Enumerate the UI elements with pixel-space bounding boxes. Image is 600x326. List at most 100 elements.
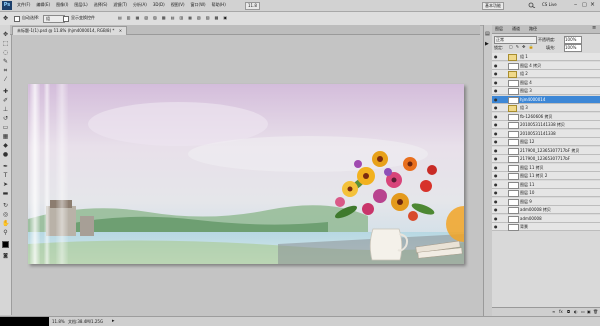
delete-layer-icon[interactable]: 🗑: [593, 309, 598, 314]
lock-position-icon[interactable]: ✥: [522, 44, 525, 49]
show-transform-checkbox[interactable]: [63, 16, 69, 22]
align-left-icon[interactable]: ▧: [144, 15, 148, 22]
visibility-eye-icon[interactable]: ●: [494, 71, 498, 76]
distribute-top-icon[interactable]: ▤: [171, 15, 175, 22]
layer-row[interactable]: ● 图层 12: [492, 138, 600, 146]
visibility-eye-icon[interactable]: ●: [494, 165, 498, 170]
menu-file[interactable]: 文件(F): [14, 2, 33, 8]
zoom-tool-icon[interactable]: ⚲: [2, 229, 9, 236]
visibility-eye-icon[interactable]: ●: [494, 207, 498, 212]
visibility-eye-icon[interactable]: ●: [494, 122, 498, 127]
menu-filter[interactable]: 滤镜(T): [110, 2, 130, 8]
layer-group-row[interactable]: ● 组 2: [492, 70, 600, 78]
shape-tool-icon[interactable]: ▬: [2, 190, 9, 197]
document-tab[interactable]: 未标题-1(1).psd @ 11.8% (hjm4000014, RGB/8)…: [12, 26, 128, 35]
gradient-tool-icon[interactable]: ▦: [2, 133, 9, 140]
eraser-tool-icon[interactable]: ▭: [2, 124, 9, 131]
layer-row[interactable]: ● adm00008: [492, 214, 600, 223]
path-select-tool-icon[interactable]: ➤: [2, 181, 9, 188]
clone-stamp-tool-icon[interactable]: ⊥: [2, 106, 9, 113]
visibility-eye-icon[interactable]: ●: [494, 80, 498, 85]
visibility-eye-icon[interactable]: ●: [494, 199, 498, 204]
menu-help[interactable]: 帮助(H): [209, 2, 229, 8]
3d-rotate-tool-icon[interactable]: ↻: [2, 202, 9, 209]
close-tab-icon[interactable]: ×: [119, 28, 122, 33]
layer-row[interactable]: ● fb-1260606 拷贝: [492, 112, 600, 121]
lock-pixels-icon[interactable]: ✎: [516, 44, 519, 49]
menu-window[interactable]: 窗口(W): [188, 2, 209, 8]
layer-row[interactable]: ● 217900_12365307717bF 拷贝: [492, 146, 600, 155]
blend-mode-select[interactable]: 正常: [494, 36, 537, 44]
adjustment-layer-icon[interactable]: ◐: [574, 309, 578, 314]
layer-row[interactable]: ● 图层 11: [492, 180, 600, 189]
blur-tool-icon[interactable]: ◆: [2, 142, 9, 149]
new-group-icon[interactable]: ▭: [581, 309, 585, 314]
lock-transparent-icon[interactable]: ▢: [509, 44, 513, 49]
history-panel-icon[interactable]: ▤: [485, 31, 490, 37]
visibility-eye-icon[interactable]: ●: [494, 105, 498, 110]
align-bottom-icon[interactable]: ▦: [136, 15, 140, 22]
distribute-left-icon[interactable]: ▧: [197, 15, 201, 22]
eyedropper-tool-icon[interactable]: ⁄: [2, 76, 9, 83]
move-tool-icon[interactable]: ✥: [2, 31, 9, 38]
layer-row[interactable]: ● 图层 9: [492, 197, 600, 206]
document-canvas[interactable]: [28, 84, 464, 264]
layer-row[interactable]: ● 图层 4: [492, 78, 600, 87]
pen-tool-icon[interactable]: ✒: [2, 163, 9, 170]
visibility-eye-icon[interactable]: ●: [494, 148, 498, 153]
status-arrow-icon[interactable]: ▸: [112, 318, 115, 324]
crop-tool-icon[interactable]: ⌗: [2, 67, 9, 74]
type-tool-icon[interactable]: T: [2, 172, 9, 179]
visibility-eye-icon[interactable]: ●: [494, 88, 498, 93]
marquee-tool-icon[interactable]: ⬚: [2, 40, 9, 47]
align-vcenter-icon[interactable]: ▥: [127, 15, 131, 22]
quick-mask-icon[interactable]: ◙: [2, 253, 9, 260]
auto-select-checkbox[interactable]: [14, 16, 20, 22]
minimize-icon[interactable]: ‒: [574, 2, 577, 8]
visibility-eye-icon[interactable]: ●: [494, 97, 498, 102]
search-icon[interactable]: [528, 2, 536, 9]
distribute-vcenter-icon[interactable]: ▥: [179, 15, 183, 22]
fill-input[interactable]: 100%: [564, 44, 582, 52]
channels-tab[interactable]: 通道: [512, 26, 520, 32]
history-brush-tool-icon[interactable]: ↺: [2, 115, 9, 122]
layer-row[interactable]: ● 背景: [492, 223, 600, 231]
visibility-eye-icon[interactable]: ●: [494, 190, 498, 195]
layer-row[interactable]: ● 图层 4 拷贝: [492, 61, 600, 70]
layer-row[interactable]: ● 图层 11 拷贝: [492, 163, 600, 172]
cs-live-button[interactable]: CS Live: [540, 2, 559, 8]
move-tool-icon[interactable]: ✥: [3, 15, 8, 22]
layer-row[interactable]: ● 图层 10: [492, 189, 600, 197]
layers-tab[interactable]: 图层: [495, 26, 503, 32]
visibility-eye-icon[interactable]: ●: [494, 54, 498, 59]
lasso-tool-icon[interactable]: ◌: [2, 49, 9, 56]
align-right-icon[interactable]: ▩: [162, 15, 166, 22]
visibility-eye-icon[interactable]: ●: [494, 114, 498, 119]
opacity-input[interactable]: 100%: [564, 36, 582, 44]
layer-row[interactable]: ● hjm4000014: [492, 95, 600, 104]
distribute-bottom-icon[interactable]: ▦: [188, 15, 192, 22]
workspace-select[interactable]: 基本功能: [482, 2, 504, 10]
layer-style-icon[interactable]: fx: [559, 309, 563, 314]
menu-view[interactable]: 视图(V): [168, 2, 188, 8]
visibility-eye-icon[interactable]: ●: [494, 156, 498, 161]
distribute-right-icon[interactable]: ▩: [215, 15, 219, 22]
auto-align-icon[interactable]: ▣: [223, 15, 227, 22]
align-top-icon[interactable]: ▤: [118, 15, 122, 22]
visibility-eye-icon[interactable]: ●: [494, 131, 498, 136]
layer-group-row[interactable]: ● 组 1: [492, 53, 600, 61]
healing-brush-tool-icon[interactable]: ✚: [2, 88, 9, 95]
visibility-eye-icon[interactable]: ●: [494, 224, 498, 229]
zoom-select[interactable]: 11.8: [245, 2, 260, 10]
distribute-hcenter-icon[interactable]: ▨: [206, 15, 210, 22]
dodge-tool-icon[interactable]: ●: [2, 151, 9, 158]
auto-select-dropdown[interactable]: 组: [43, 15, 65, 23]
hand-tool-icon[interactable]: ✋: [2, 220, 9, 227]
menu-layer[interactable]: 图层(L): [71, 2, 90, 8]
layer-group-row[interactable]: ● 组 3: [492, 104, 600, 112]
panel-menu-icon[interactable]: ≡: [592, 25, 596, 31]
foreground-color-swatch[interactable]: [2, 241, 9, 248]
visibility-eye-icon[interactable]: ●: [494, 182, 498, 187]
add-mask-icon[interactable]: ◘: [567, 309, 570, 314]
paths-tab[interactable]: 路径: [529, 26, 537, 32]
